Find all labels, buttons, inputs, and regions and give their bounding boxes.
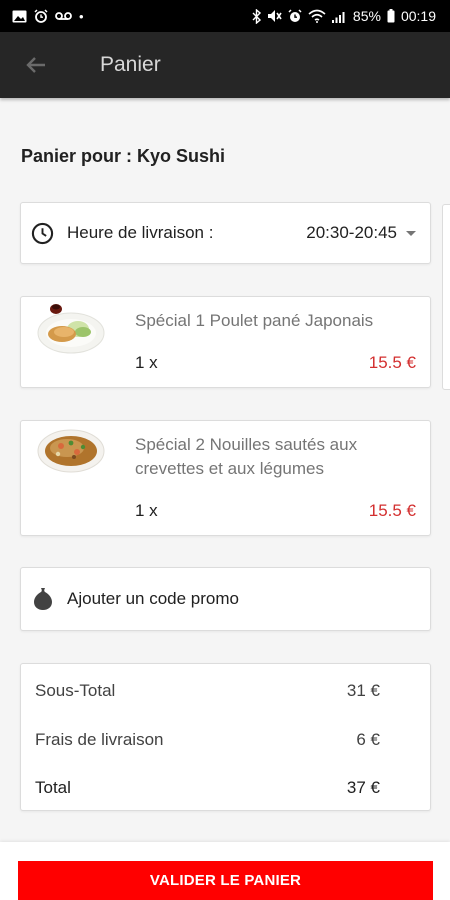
item-name: Spécial 1 Poulet pané Japonais — [135, 311, 374, 330]
status-bar-left: • — [12, 9, 84, 23]
bluetooth-icon — [252, 8, 261, 24]
back-button[interactable] — [16, 45, 56, 85]
delivery-time-value: 20:30-20:45 — [306, 223, 397, 242]
promo-code-button[interactable]: Ajouter un code promo — [20, 567, 431, 631]
delivery-time-selector[interactable]: Heure de livraison : 20:30-20:45 — [20, 202, 431, 264]
voicemail-icon — [55, 12, 72, 20]
item-price: 15.5 € — [368, 501, 416, 520]
clock-icon — [31, 222, 54, 244]
cart-item[interactable]: Spécial 1 Poulet pané Japonais 1 x 15.5 … — [20, 296, 431, 388]
status-bar: • 85% 00:19 — [0, 0, 450, 32]
cart-item[interactable]: Spécial 2 Nouilles sautés aux crevettes … — [20, 420, 431, 536]
battery-percent: 85% — [352, 8, 381, 24]
side-panel-edge — [442, 204, 450, 390]
validate-cart-button[interactable]: VALIDER LE PANIER — [18, 861, 433, 900]
bottom-action-bar: VALIDER LE PANIER — [0, 842, 450, 900]
total-label: Total — [35, 778, 71, 797]
subtotal-row: Sous-Total 31 € — [35, 681, 380, 701]
item-quantity: 1 x — [135, 353, 158, 372]
cart-header: Panier pour : Kyo Sushi — [21, 146, 226, 166]
image-icon — [12, 10, 27, 22]
status-time: 00:19 — [400, 8, 436, 24]
item-name: Spécial 2 Nouilles sautés aux crevettes … — [135, 435, 358, 478]
alarm-icon — [288, 9, 302, 22]
wifi-icon — [308, 9, 326, 23]
total-value: 37 € — [346, 778, 380, 797]
status-bar-right: 85% 00:19 — [252, 8, 436, 24]
item-price: 15.5 € — [368, 353, 416, 372]
alarm-icon — [34, 9, 48, 23]
delivery-time-label: Heure de livraison : — [67, 223, 214, 242]
subtotal-label: Sous-Total — [35, 681, 116, 700]
delivery-fee-row: Frais de livraison 6 € — [35, 730, 380, 750]
subtotal-value: 31 € — [346, 681, 380, 700]
dot-icon: • — [79, 8, 84, 24]
arrow-left-icon — [26, 57, 45, 73]
promo-code-label: Ajouter un code promo — [67, 589, 239, 608]
item-image — [31, 297, 111, 357]
delivery-fee-label: Frais de livraison — [35, 730, 164, 749]
tag-icon — [34, 588, 52, 610]
item-image — [31, 421, 111, 481]
chevron-down-icon — [406, 230, 416, 236]
page-title: Panier — [100, 53, 161, 76]
item-quantity: 1 x — [135, 501, 158, 520]
battery-icon — [387, 9, 395, 23]
total-row: Total 37 € — [35, 778, 380, 798]
totals-summary: Sous-Total 31 € Frais de livraison 6 € T… — [20, 663, 431, 811]
app-bar: Panier — [0, 32, 450, 98]
delivery-fee-value: 6 € — [356, 730, 380, 749]
mute-icon — [267, 10, 282, 22]
signal-icon — [331, 11, 345, 23]
